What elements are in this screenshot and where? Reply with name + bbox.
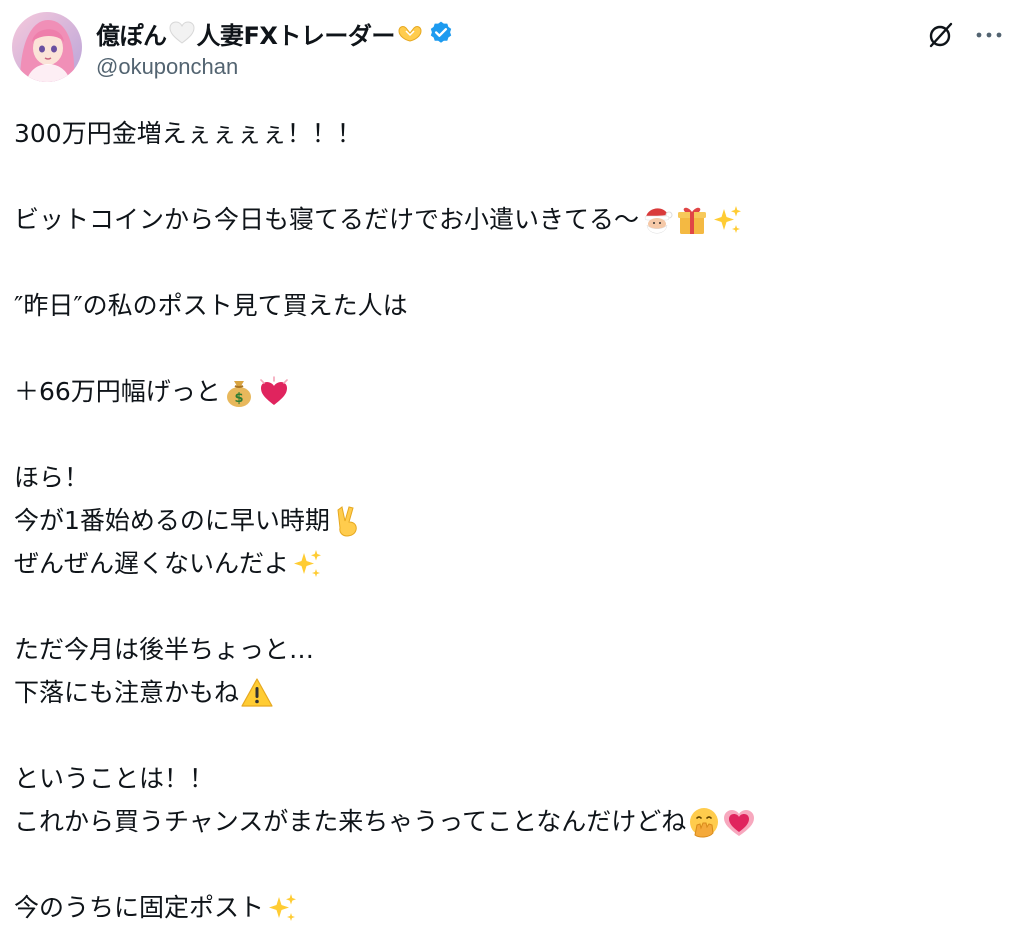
growing-heart-icon bbox=[722, 805, 756, 839]
verified-badge-icon bbox=[430, 21, 452, 43]
author-info: 億ぽん 人妻FXトレーダー @okuponchan bbox=[96, 16, 454, 80]
sparkles-icon bbox=[265, 891, 299, 925]
post-line: ＋66万円幅げっと $ bbox=[14, 370, 1004, 413]
post-line: ビットコインから今日も寝てるだけでお小遣いきてる〜 bbox=[14, 198, 1004, 241]
author-handle[interactable]: @okuponchan bbox=[96, 54, 454, 80]
post-line: 今が1番始めるのに早い時期 bbox=[14, 499, 1004, 542]
post-header: 億ぽん 人妻FXトレーダー @okuponchan bbox=[12, 12, 1012, 88]
post-line: 300万円金増えぇぇぇぇ！！！ bbox=[14, 119, 362, 148]
heart-hands-icon bbox=[396, 19, 424, 47]
white-heart-icon bbox=[168, 19, 196, 47]
post-line: ほら！ bbox=[14, 463, 90, 492]
avatar[interactable] bbox=[12, 12, 82, 82]
display-name-part1: 億ぽん bbox=[96, 21, 167, 50]
svg-text:$: $ bbox=[234, 391, 243, 406]
victory-hand-icon bbox=[331, 504, 365, 538]
sparkles-icon bbox=[710, 203, 744, 237]
post-text: 300万円金増えぇぇぇぇ！！！ ビットコインから今日も寝てるだけでお小遣いきてる… bbox=[14, 112, 1004, 929]
money-bag-icon: $ bbox=[222, 375, 256, 409]
post-line: ぜんぜん遅くないんだよ bbox=[14, 542, 1004, 585]
post-line: ということは！！ bbox=[14, 764, 215, 793]
post-line: 今のうちに固定ポスト bbox=[14, 886, 1004, 929]
beating-heart-icon bbox=[257, 375, 291, 409]
post-line: ただ今月は後半ちょっと… bbox=[14, 635, 315, 664]
display-name[interactable]: 億ぽん 人妻FXトレーダー bbox=[96, 16, 454, 50]
sparkles-icon bbox=[290, 547, 324, 581]
santa-icon bbox=[640, 203, 674, 237]
more-options-icon[interactable] bbox=[972, 20, 1006, 50]
post-line: これから買うチャンスがまた来ちゃうってことなんだけどね bbox=[14, 800, 1004, 843]
grok-icon[interactable] bbox=[924, 18, 958, 52]
gift-icon bbox=[675, 203, 709, 237]
hand-over-mouth-icon bbox=[687, 805, 721, 839]
warning-icon bbox=[240, 676, 274, 710]
post-line: ″昨日″の私のポスト見て買えた人は bbox=[14, 291, 408, 320]
post-line: 下落にも注意かもね bbox=[14, 671, 1004, 714]
display-name-part2: 人妻FXトレーダー bbox=[196, 21, 396, 50]
